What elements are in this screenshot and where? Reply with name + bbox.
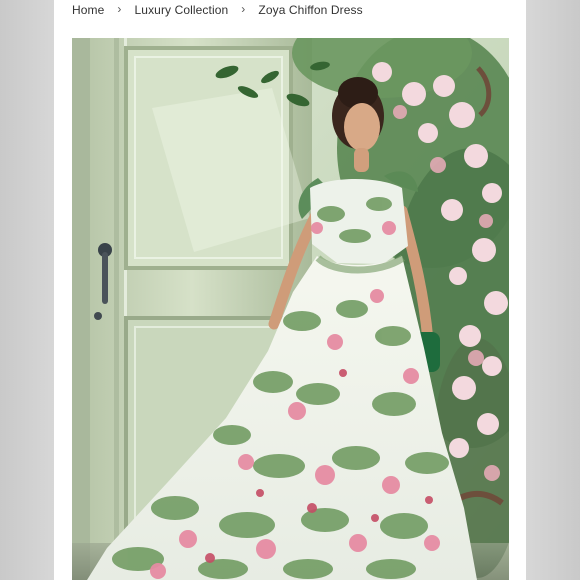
product-page: Home › Luxury Collection › Zoya Chiffon … [54, 0, 526, 580]
chevron-right-icon: › [241, 2, 246, 16]
product-photo-illustration [72, 38, 509, 580]
breadcrumb-current-product: Zoya Chiffon Dress [258, 3, 363, 17]
chevron-right-icon: › [117, 2, 122, 16]
breadcrumb-luxury-collection-link[interactable]: Luxury Collection [135, 3, 229, 17]
breadcrumb: Home › Luxury Collection › Zoya Chiffon … [72, 0, 363, 20]
door-frame-line-1 [114, 38, 119, 580]
breadcrumb-home-link[interactable]: Home [72, 3, 104, 17]
screenshot-frame: Home › Luxury Collection › Zoya Chiffon … [0, 0, 580, 580]
door-frame-left [72, 38, 90, 580]
product-photo[interactable] [72, 38, 509, 580]
